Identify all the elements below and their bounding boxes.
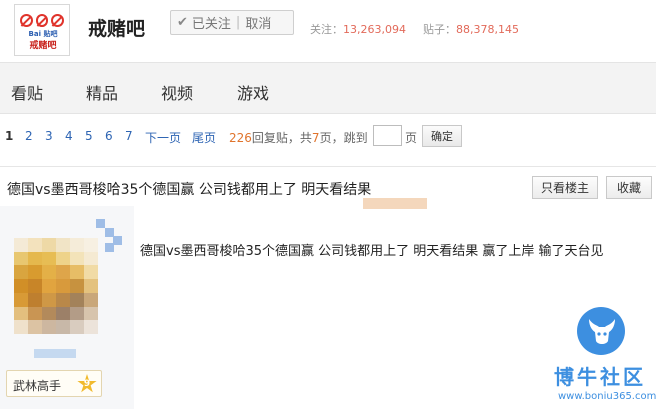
- thread-title-bar: 德国vs墨西哥梭哈35个德国赢 公司钱都用上了 明天看结果 只看楼主 收藏: [0, 166, 656, 206]
- next-page-link[interactable]: 下一页: [145, 129, 181, 146]
- bull-head-shape: [589, 319, 615, 344]
- rank-badge[interactable]: 武林高手 9: [6, 370, 102, 397]
- page-jump-input[interactable]: [373, 125, 402, 146]
- logo-name: 戒赌吧: [29, 41, 57, 51]
- tab-featured[interactable]: 精品: [86, 80, 118, 104]
- page-link[interactable]: 3: [45, 129, 53, 143]
- author-name-blurred[interactable]: [34, 349, 76, 358]
- reply-count: 226: [229, 131, 252, 145]
- follow-stat-label: 关注：: [310, 23, 343, 36]
- unfollow-button[interactable]: 取消: [245, 13, 271, 32]
- no-gambling-icon: [35, 13, 49, 27]
- page-link[interactable]: 7: [125, 129, 133, 143]
- logo-icons: [20, 10, 65, 30]
- blurred-element: [363, 198, 427, 209]
- post-stat: 贴子：88,378,145: [423, 21, 519, 37]
- follow-stat: 关注：13,263,094: [310, 21, 406, 37]
- forum-header: Bai 贴吧 戒赌吧 戒赌吧 ✔ 已关注 | 取消 关注：13,263,094 …: [0, 0, 656, 62]
- thread-title: 德国vs墨西哥梭哈35个德国赢 公司钱都用上了 明天看结果: [7, 182, 372, 198]
- forum-logo[interactable]: Bai 贴吧 戒赌吧: [14, 4, 70, 56]
- divider: |: [235, 15, 241, 30]
- page-link[interactable]: 6: [105, 129, 113, 143]
- blurred-mark: [96, 219, 122, 252]
- page-link[interactable]: 2: [25, 129, 33, 143]
- watermark: 博牛社区 www.boniu365.com: [549, 303, 656, 409]
- avatar[interactable]: [14, 238, 98, 334]
- post-stat-label: 贴子：: [423, 23, 456, 36]
- page-unit: 页: [405, 131, 418, 145]
- last-page-link[interactable]: 尾页: [192, 129, 216, 146]
- follow-toggle[interactable]: ✔ 已关注 | 取消: [170, 10, 294, 35]
- rank-label: 武林高手: [13, 379, 62, 393]
- post-count: 88,378,145: [456, 23, 519, 36]
- star-badge-icon: 9: [77, 374, 97, 393]
- collect-button[interactable]: 收藏: [606, 176, 652, 199]
- page-total-suffix: 页，跳到: [319, 131, 368, 145]
- tab-video[interactable]: 视频: [161, 80, 193, 104]
- follow-label: 已关注: [191, 17, 231, 32]
- author-column: 武林高手 9: [0, 206, 134, 409]
- page-total: 7: [311, 131, 320, 145]
- reply-info: 226回复贴，共7页，跳到: [229, 129, 368, 146]
- tab-games[interactable]: 游戏: [237, 80, 269, 104]
- only-owner-button[interactable]: 只看楼主: [532, 176, 598, 199]
- tab-view-posts[interactable]: 看贴: [11, 80, 43, 104]
- reply-suffix: 回复贴，共: [251, 131, 312, 145]
- pagination: 1 2 3 4 5 6 7 下一页 尾页 226回复贴，共7页，跳到 页 确定: [0, 122, 656, 150]
- page-link[interactable]: 4: [65, 129, 73, 143]
- check-icon: ✔: [177, 15, 188, 30]
- no-gambling-icon: [20, 13, 33, 27]
- page-link[interactable]: 5: [85, 129, 93, 143]
- forum-nav: 看贴 精品 视频 游戏: [0, 62, 656, 114]
- page-current: 1: [5, 129, 14, 143]
- watermark-url: www.boniu365.com: [558, 391, 656, 402]
- post-content: 德国vs墨西哥梭哈35个德国赢 公司钱都用上了 明天看结果 赢了上岸 输了天台见: [140, 244, 604, 259]
- watermark-text: 博牛社区: [554, 365, 646, 389]
- forum-title[interactable]: 戒赌吧: [88, 14, 145, 41]
- logo-brand: Bai 贴吧: [28, 30, 58, 38]
- follow-count: 13,263,094: [343, 23, 406, 36]
- confirm-jump-button[interactable]: 确定: [422, 125, 462, 147]
- no-gambling-icon: [51, 13, 65, 27]
